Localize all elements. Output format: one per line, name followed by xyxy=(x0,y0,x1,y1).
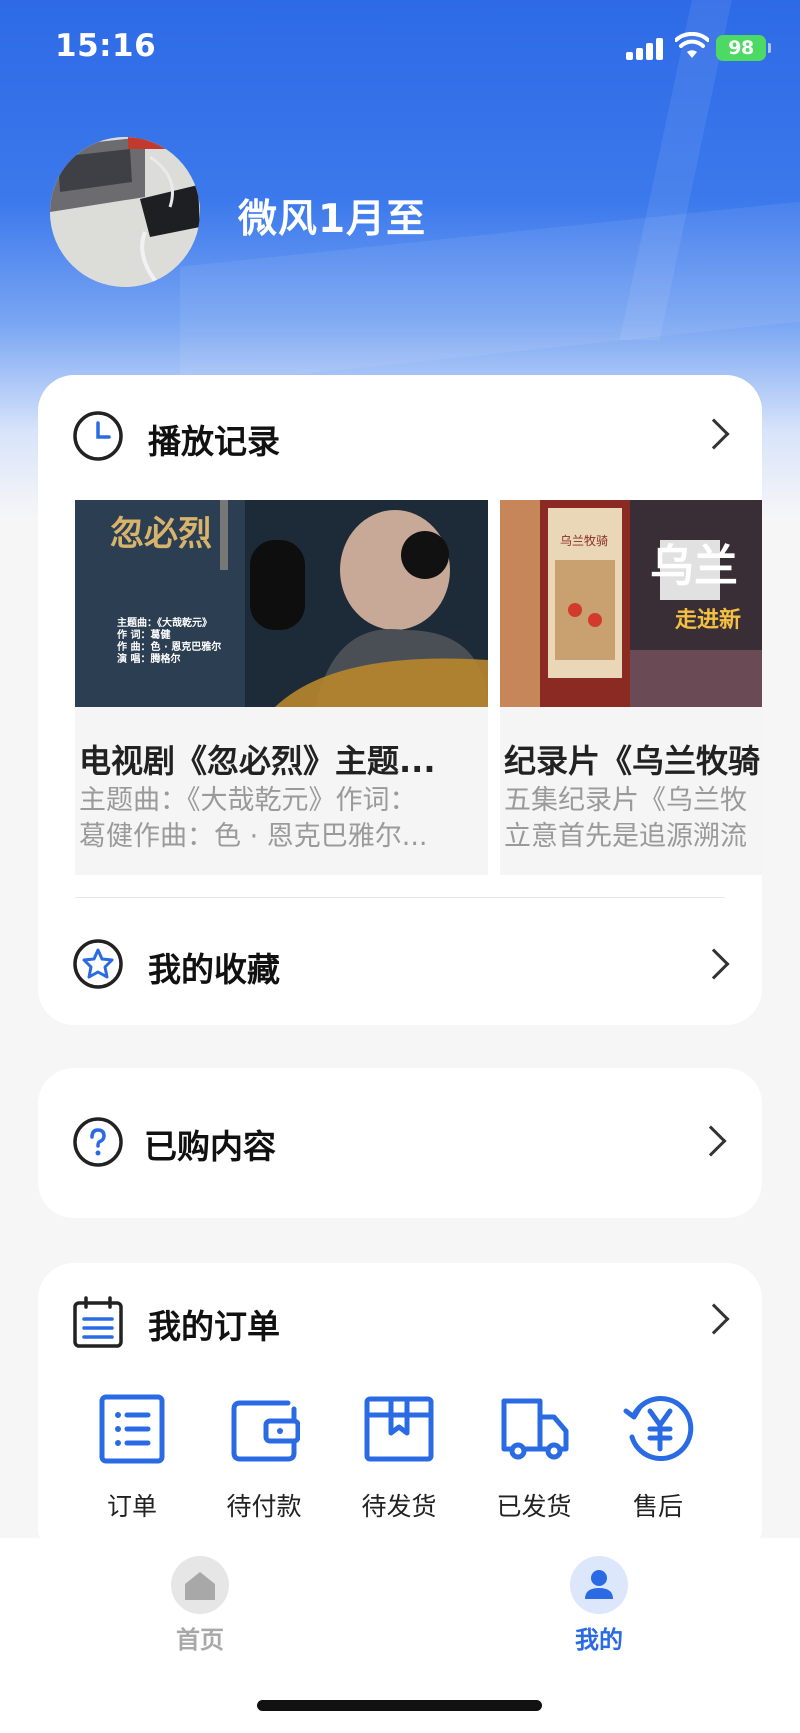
chevron-right-icon[interactable] xyxy=(698,1303,730,1335)
chevron-right-icon[interactable] xyxy=(698,418,730,450)
history-item[interactable]: 忽必烈 主题曲：《大哉乾元》 作 词：葛健 作 曲：色 · 恩克巴雅尔 演 唱：… xyxy=(75,500,488,875)
home-icon xyxy=(171,1556,229,1614)
tab-label: 首页 xyxy=(176,1626,224,1654)
svg-text:乌兰牧骑: 乌兰牧骑 xyxy=(560,533,608,548)
order-after-sales-button[interactable]: 售后 xyxy=(598,1393,718,1523)
star-icon xyxy=(73,939,123,989)
avatar-photo xyxy=(50,137,200,287)
tab-label: 我的 xyxy=(575,1626,623,1654)
order-all-button[interactable]: 订单 xyxy=(72,1393,192,1523)
battery-icon: 98 xyxy=(716,35,771,61)
order-list-icon xyxy=(99,1394,165,1464)
history-item-title: 纪录片《乌兰牧骑 xyxy=(504,742,761,780)
purchased-card[interactable]: 已购内容 xyxy=(38,1068,762,1218)
order-item-label: 待付款 xyxy=(226,1492,302,1521)
order-item-label: 订单 xyxy=(106,1492,157,1521)
calendar-icon xyxy=(73,1296,123,1348)
poster-credits: 主题曲：《大哉乾元》 作 词：葛健 作 曲：色 · 恩克巴雅尔 演 唱：腾格尔 xyxy=(117,618,222,665)
package-icon xyxy=(364,1396,434,1462)
refund-yen-icon xyxy=(623,1396,694,1461)
orders-title[interactable]: 我的订单 xyxy=(148,1300,280,1348)
order-pending-payment-button[interactable]: 待付款 xyxy=(204,1393,324,1523)
tab-mine[interactable]: 我的 xyxy=(529,1556,669,1655)
divider xyxy=(75,897,725,898)
purchased-title[interactable]: 已购内容 xyxy=(144,1120,276,1168)
orders-card: 我的订单 订单 待付款 待发货 已发货 售后 xyxy=(38,1263,762,1563)
history-item-title: 电视剧《忽必烈》主题... xyxy=(79,742,436,780)
history-title[interactable]: 播放记录 xyxy=(148,415,280,463)
cellular-signal-icon xyxy=(626,36,666,60)
favorites-title[interactable]: 我的收藏 xyxy=(148,943,280,991)
poster-title: 乌兰 xyxy=(650,541,738,592)
svg-text:忽必烈: 忽必烈 xyxy=(110,514,212,554)
history-item-thumbnail: 乌兰牧骑 乌兰 走进新 xyxy=(500,500,762,707)
history-item-description: 五集纪录片《乌兰牧 立意首先是追源溯流 xyxy=(504,785,747,852)
poster-subtitle: 走进新 xyxy=(675,608,742,633)
chevron-right-icon[interactable] xyxy=(695,1125,727,1157)
question-icon xyxy=(73,1117,123,1167)
wallet-icon xyxy=(231,1400,301,1462)
order-item-label: 已发货 xyxy=(496,1492,572,1521)
order-pending-shipment-button[interactable]: 待发货 xyxy=(339,1393,459,1523)
clock-icon xyxy=(73,411,123,461)
truck-icon xyxy=(501,1398,569,1460)
user-icon xyxy=(570,1556,628,1614)
history-item-thumbnail: 忽必烈 主题曲：《大哉乾元》 作 词：葛健 作 曲：色 · 恩克巴雅尔 演 唱：… xyxy=(75,500,488,707)
wifi-icon xyxy=(675,32,709,58)
order-item-label: 待发货 xyxy=(361,1492,437,1521)
status-bar: 15:16 98 xyxy=(0,0,800,100)
order-item-label: 售后 xyxy=(632,1492,683,1521)
avatar[interactable] xyxy=(50,137,200,287)
history-item-description: 主题曲：《大哉乾元》作词： 葛健作曲：色 · 恩克巴雅尔... xyxy=(79,785,428,852)
order-shipped-button[interactable]: 已发货 xyxy=(474,1393,594,1523)
home-indicator[interactable] xyxy=(257,1700,542,1711)
status-time: 15:16 xyxy=(55,28,157,64)
chevron-right-icon[interactable] xyxy=(698,948,730,980)
history-card: 播放记录 忽必烈 主题曲：《大哉乾元》 作 词：葛健 作 曲：色 · 恩克巴雅尔… xyxy=(38,375,762,1025)
history-item[interactable]: 乌兰牧骑 乌兰 走进新 纪录片《乌兰牧骑 五集纪录片《乌兰牧 立意首先是追源溯流 xyxy=(500,500,762,875)
tab-home[interactable]: 首页 xyxy=(130,1556,270,1655)
username[interactable]: 微风1月至 xyxy=(238,188,426,244)
